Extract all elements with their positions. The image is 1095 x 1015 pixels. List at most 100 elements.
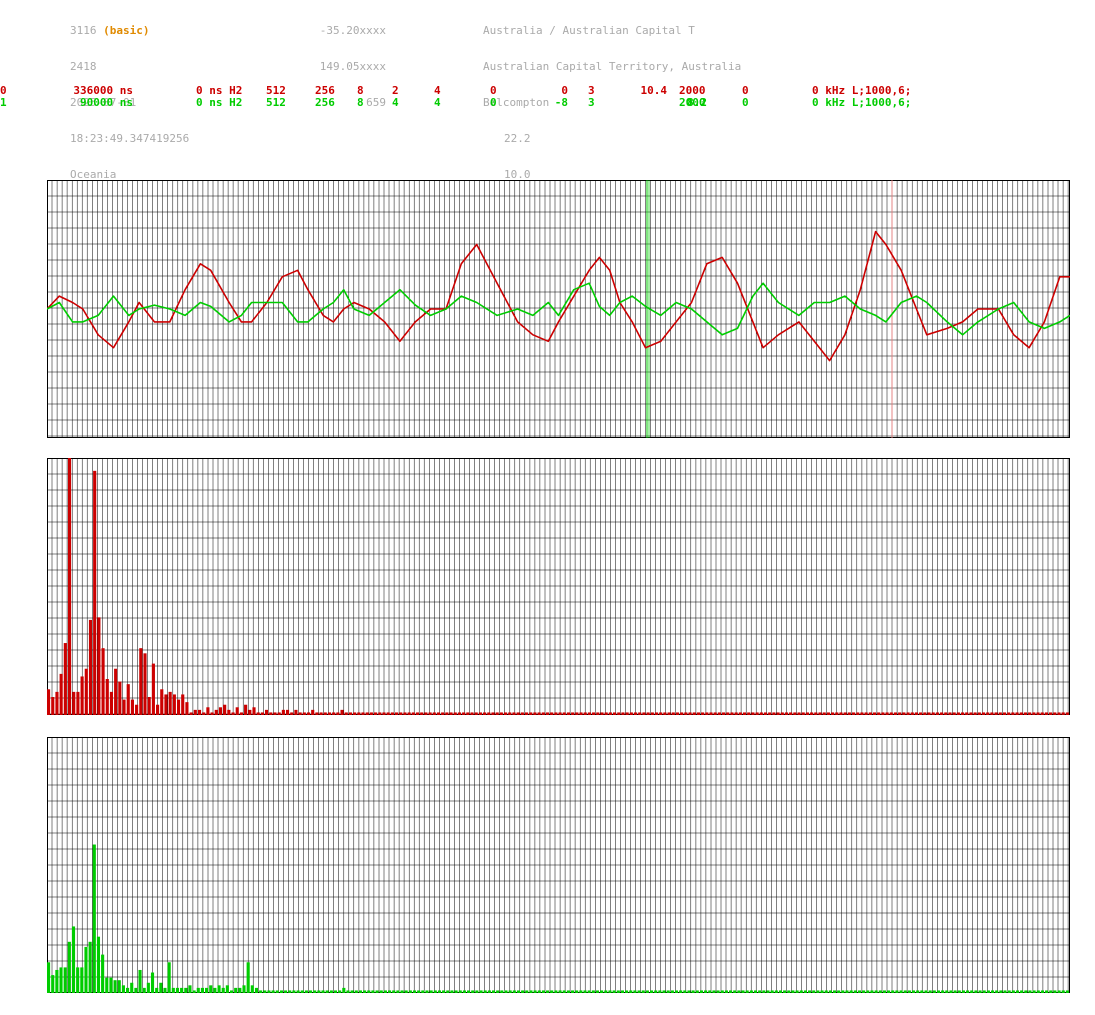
spectrum-bar	[348, 712, 353, 715]
spectrum-bar	[516, 712, 520, 715]
spectrum-bar	[71, 926, 76, 993]
spectrum-bar	[654, 990, 658, 993]
spectrum-bar	[1061, 712, 1065, 715]
spectrum-bar	[417, 990, 421, 993]
spectrum-bar	[156, 704, 160, 715]
spectrum-bar	[279, 990, 283, 993]
spectrum-bar	[327, 712, 332, 715]
spectrum-bar	[487, 712, 491, 715]
spectrum-bar	[407, 712, 411, 715]
spectrum-bar	[252, 707, 256, 715]
spectrum-bar	[172, 694, 176, 715]
channel-c11: 0	[742, 96, 749, 109]
spectrum-bar	[470, 712, 474, 715]
channel-c3: 8	[357, 96, 364, 109]
spectrum-bar	[770, 990, 774, 993]
spectrum-bar	[118, 681, 122, 715]
spectrum-bar	[361, 712, 365, 715]
spectrum-bar	[814, 712, 818, 715]
spectrum-bar	[171, 987, 175, 993]
spectrum-bar	[889, 712, 893, 715]
spectrum-bar	[941, 990, 945, 993]
spectrum-bar	[436, 712, 441, 715]
spectrum-bar	[458, 990, 462, 993]
spectrum-bar	[445, 712, 449, 715]
spectrum-bar	[845, 990, 849, 993]
spectrum-bar	[949, 990, 953, 993]
spectrum-bar	[126, 987, 130, 993]
spectrum-bar	[1024, 990, 1028, 993]
spectrum-bar	[860, 712, 864, 715]
latitude-text: -35.20xxxx	[319, 24, 386, 37]
spectrum-bar	[375, 990, 379, 993]
spectrum-bar	[990, 712, 994, 715]
spectrum-bar	[1019, 712, 1023, 715]
spectrum-bar	[239, 712, 243, 715]
spectrum-bar	[180, 987, 184, 993]
spectrum-bar	[780, 712, 784, 715]
spectrum-bar	[936, 990, 941, 993]
spectrum-bar	[192, 990, 196, 993]
spectrum-bar	[953, 990, 957, 993]
spectrum-bar	[828, 990, 832, 993]
spectrum-bar	[442, 990, 446, 993]
spectrum-bar	[300, 990, 304, 993]
spectrum-bar	[184, 987, 188, 993]
spectrum-bar	[960, 712, 965, 715]
spectrum-bar	[267, 990, 271, 993]
spectrum-bar	[566, 990, 570, 993]
spectrum-bar	[604, 712, 608, 715]
spectrum-bar	[974, 990, 978, 993]
spectrum-bar	[193, 709, 197, 715]
spectrum-bar	[759, 712, 763, 715]
spectrum-bar	[691, 990, 695, 993]
spectrum-bar	[196, 987, 200, 993]
spectrum-bar	[789, 712, 793, 715]
spectrum-bar	[130, 982, 134, 993]
spectrum-bar	[862, 990, 866, 993]
spectrum-bar	[831, 712, 835, 715]
spectrum-bar	[981, 712, 986, 715]
spectrum-bar	[408, 990, 412, 993]
spectrum-bar	[887, 990, 891, 993]
spectrum-bar	[146, 982, 150, 993]
spectrum-bar	[713, 712, 717, 715]
spectrum-bar	[357, 712, 361, 715]
spectrum-bar	[733, 990, 737, 993]
spectrum-bar	[109, 977, 113, 993]
spectrum-bar	[411, 712, 415, 715]
spectrum-bar	[822, 712, 826, 715]
spectrum-bar	[1053, 990, 1057, 993]
spectrum-bar	[1061, 990, 1065, 993]
spectrum-bar	[304, 990, 308, 993]
spectrum-bar	[88, 619, 93, 715]
waveform-svg	[47, 180, 1070, 438]
spectrum-bar	[920, 990, 924, 993]
channel-c1: 512	[266, 96, 286, 109]
spectrum-bar	[63, 643, 67, 715]
spectrum-bar	[650, 712, 654, 715]
spectrum-bar	[701, 712, 705, 715]
spectrum-bar	[516, 990, 521, 993]
spectrum-bar	[533, 712, 537, 715]
spectrum-bar	[675, 712, 680, 715]
spectrum-bar	[105, 977, 109, 993]
spectrum-bar	[47, 962, 51, 993]
spectrum-bar	[805, 712, 809, 715]
spectrum-bar	[329, 990, 333, 993]
spectrum-bar	[932, 990, 936, 993]
spectrum-bar	[218, 707, 223, 715]
spectrum-bar	[429, 990, 433, 993]
spectrum-bar	[717, 712, 721, 715]
spectrum-bar	[837, 990, 841, 993]
spectrum-bar	[566, 712, 571, 715]
spectrum-bar	[916, 990, 920, 993]
spectrum-bar	[793, 712, 797, 715]
spectrum-bar	[600, 712, 604, 715]
spectrum-bar	[213, 987, 217, 993]
spectrum-bar	[296, 990, 300, 993]
spectrum-bar	[699, 990, 704, 993]
spectrum-bar	[680, 712, 684, 715]
spectrum-bar	[907, 990, 911, 993]
spectrum-bar	[508, 712, 512, 715]
